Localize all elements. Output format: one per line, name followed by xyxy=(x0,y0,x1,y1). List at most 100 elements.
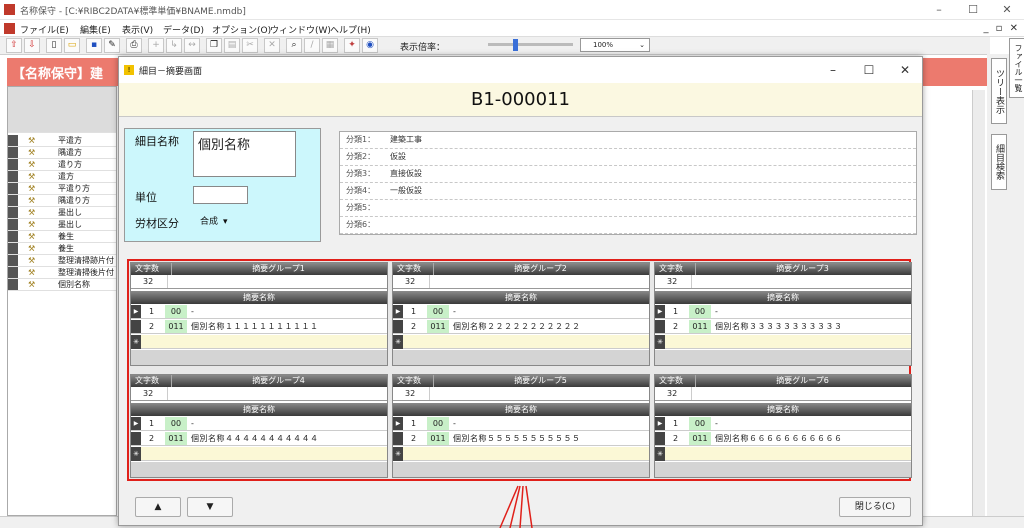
maximize-button[interactable]: ☐ xyxy=(956,0,990,20)
list-row[interactable]: ⚒ 墨出し xyxy=(8,219,116,231)
down-arrow-icon[interactable]: ⇩ xyxy=(24,38,40,53)
new-row[interactable]: ✳ xyxy=(131,335,387,349)
dialog-maximize-button[interactable]: ☐ xyxy=(851,57,887,83)
menu-file[interactable]: ファイル(E) xyxy=(20,23,69,36)
row-selector[interactable] xyxy=(8,195,18,206)
settings-icon[interactable]: ◉ xyxy=(362,38,378,53)
list-row[interactable]: ⚒ 個別名称 xyxy=(8,279,116,291)
list-row[interactable]: ⚒ 墨出し xyxy=(8,207,116,219)
row-selector[interactable] xyxy=(393,320,403,333)
row-selector[interactable] xyxy=(8,171,18,182)
summary-row[interactable]: ▶ 1 00- xyxy=(393,305,649,319)
count-row[interactable]: 32 xyxy=(655,387,911,401)
search-icon[interactable]: ⌕ xyxy=(286,38,302,53)
summary-row[interactable]: 2 011 個別名称１１１１１１１１１１１ xyxy=(131,320,387,334)
list-row[interactable]: ⚒ 平遣り方 xyxy=(8,183,116,195)
copy-icon[interactable]: ❐ xyxy=(206,38,222,53)
row-selector[interactable]: ▶ xyxy=(131,417,141,430)
insert-icon[interactable]: ↳ xyxy=(166,38,182,53)
row-selector[interactable]: ▶ xyxy=(655,305,665,318)
row-selector[interactable]: ▶ xyxy=(131,305,141,318)
summary-row[interactable]: 2 011 個別名称６６６６６６６６６６６ xyxy=(655,432,911,446)
paste-icon[interactable]: ▤ xyxy=(224,38,240,53)
add-icon[interactable]: + xyxy=(148,38,164,53)
summary-row[interactable]: 2 011 個別名称５５５５５５５５５５５ xyxy=(393,432,649,446)
summary-row[interactable]: ▶ 1 00- xyxy=(655,305,911,319)
row-selector[interactable] xyxy=(8,183,18,194)
row-selector[interactable] xyxy=(655,320,665,333)
count-row[interactable]: 32 xyxy=(393,275,649,289)
row-selector[interactable] xyxy=(8,135,18,146)
count-row[interactable]: 32 xyxy=(131,387,387,401)
tool-icon[interactable]: ✦ xyxy=(344,38,360,53)
summary-row[interactable]: 2 011 個別名称２２２２２２２２２２２ xyxy=(393,320,649,334)
list-row[interactable]: ⚒ 遣方 xyxy=(8,171,116,183)
save-icon[interactable]: ▪ xyxy=(86,38,102,53)
menu-options[interactable]: オプション(O) xyxy=(212,23,271,36)
count-row[interactable]: 32 xyxy=(131,275,387,289)
close-button[interactable]: ✕ xyxy=(990,0,1024,20)
list-row[interactable]: ⚒ 養生 xyxy=(8,243,116,255)
new-row[interactable]: ✳ xyxy=(131,447,387,461)
menu-edit[interactable]: 編集(E) xyxy=(80,23,111,36)
tab-tree-view[interactable]: ツリー表示 xyxy=(991,58,1007,124)
row-selector[interactable] xyxy=(8,231,18,242)
tab-file-list[interactable]: ファイル一覧 xyxy=(1009,38,1024,98)
row-selector[interactable]: ▶ xyxy=(393,305,403,318)
minimize-button[interactable]: – xyxy=(922,0,956,20)
list-row[interactable]: ⚒ 隅遣方 xyxy=(8,147,116,159)
row-selector[interactable] xyxy=(393,432,403,445)
open-folder-icon[interactable]: ▭ xyxy=(64,38,80,53)
summary-row[interactable]: ▶ 1 00- xyxy=(131,417,387,431)
list-row[interactable]: ⚒ 平遣方 xyxy=(8,135,116,147)
move-down-button[interactable]: ▼ xyxy=(187,497,233,517)
list-row[interactable]: ⚒ 整理清掃跡片付 xyxy=(8,255,116,267)
name-field[interactable]: 個別名称 xyxy=(193,131,296,177)
print-icon[interactable]: ⎙ xyxy=(126,38,142,53)
list-row[interactable]: ⚒ 養生 xyxy=(8,231,116,243)
menu-window[interactable]: ウィンドウ(W) xyxy=(270,23,331,36)
row-selector[interactable]: ▶ xyxy=(393,417,403,430)
row-selector[interactable] xyxy=(8,207,18,218)
count-row[interactable]: 32 xyxy=(655,275,911,289)
grid-icon[interactable]: ▦ xyxy=(322,38,338,53)
dialog-close-button[interactable]: ✕ xyxy=(887,57,923,83)
row-selector[interactable]: ▶ xyxy=(655,417,665,430)
summary-row[interactable]: 2 011 個別名称４４４４４４４４４４４ xyxy=(131,432,387,446)
row-selector[interactable] xyxy=(655,432,665,445)
menu-view[interactable]: 表示(V) xyxy=(122,23,153,36)
dialog-minimize-button[interactable]: – xyxy=(815,57,851,83)
zoom-select[interactable]: 100% ⌄ xyxy=(580,38,650,52)
new-row[interactable]: ✳ xyxy=(655,335,911,349)
tab-item-search[interactable]: 細目検索 xyxy=(991,134,1007,190)
row-selector[interactable] xyxy=(8,267,18,278)
zoom-slider-thumb[interactable] xyxy=(513,39,519,51)
new-row[interactable]: ✳ xyxy=(655,447,911,461)
edit-icon[interactable]: ✎ xyxy=(104,38,120,53)
row-selector[interactable] xyxy=(8,243,18,254)
delete-icon[interactable]: ✕ xyxy=(264,38,280,53)
mdi-controls[interactable]: _ ▫ ✕ xyxy=(983,23,1020,34)
close-dialog-button[interactable]: 閉じる(C) xyxy=(839,497,911,517)
list-row[interactable]: ⚒ 隅遣り方 xyxy=(8,195,116,207)
summary-row[interactable]: ▶ 1 00- xyxy=(655,417,911,431)
menu-data[interactable]: データ(D) xyxy=(163,23,204,36)
new-row[interactable]: ✳ xyxy=(393,447,649,461)
row-selector[interactable] xyxy=(8,255,18,266)
row-selector[interactable] xyxy=(8,159,18,170)
row-selector[interactable] xyxy=(8,219,18,230)
up-arrow-icon[interactable]: ⇧ xyxy=(6,38,22,53)
material-select[interactable]: 合成 ▾ xyxy=(200,213,245,231)
new-row[interactable]: ✳ xyxy=(393,335,649,349)
list-row[interactable]: ⚒ 遣り方 xyxy=(8,159,116,171)
count-row[interactable]: 32 xyxy=(393,387,649,401)
list-row[interactable]: ⚒ 整理清掃後片付 xyxy=(8,267,116,279)
new-file-icon[interactable]: ▯ xyxy=(46,38,62,53)
menu-help[interactable]: ヘルプ(H) xyxy=(330,23,371,36)
row-selector[interactable] xyxy=(131,432,141,445)
vertical-scrollbar[interactable] xyxy=(972,90,985,516)
filter-icon[interactable]: / xyxy=(304,38,320,53)
cut-icon[interactable]: ✂ xyxy=(242,38,258,53)
summary-row[interactable]: 2 011 個別名称３３３３３３３３３３３ xyxy=(655,320,911,334)
zoom-slider-track[interactable] xyxy=(488,43,573,46)
